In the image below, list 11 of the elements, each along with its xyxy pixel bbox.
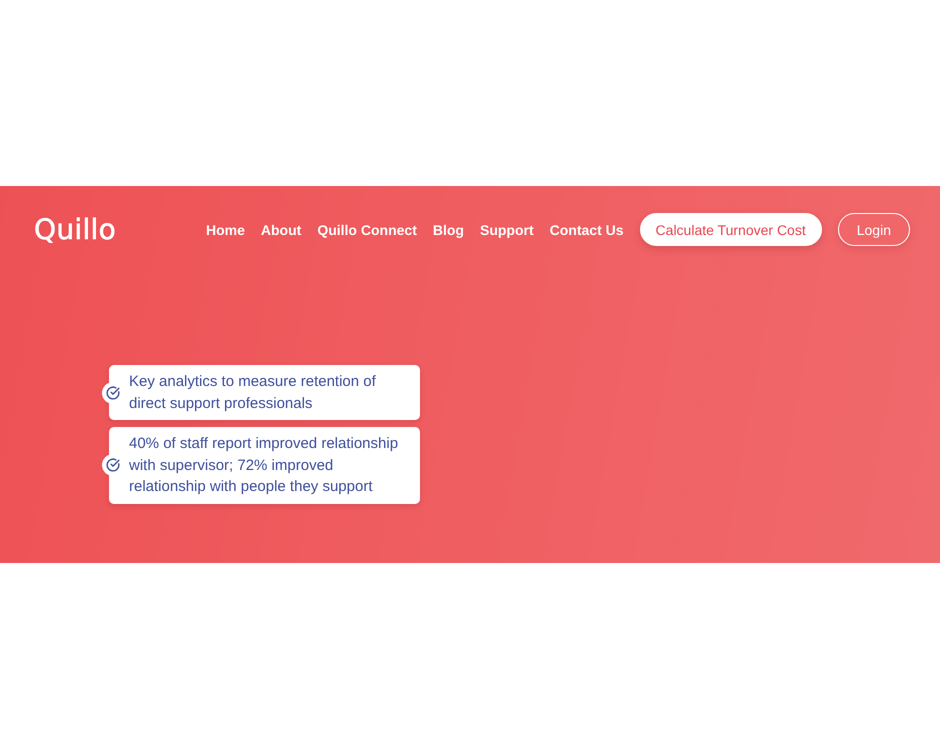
nav-link[interactable]: Support — [480, 222, 534, 238]
nav-link[interactable]: Contact Us — [550, 222, 624, 238]
feature-text: 40% of staff report improved relationship with supervisor; 72% improved relationship with people they support — [129, 434, 400, 497]
nav-link[interactable]: About — [260, 222, 302, 238]
nav-link[interactable]: Home — [206, 222, 245, 238]
nav-link[interactable]: Blog — [432, 222, 464, 238]
cta-button[interactable]: Calculate Turnover Cost — [640, 213, 822, 246]
nav-link[interactable]: Quillo Connect — [317, 222, 417, 238]
login-button[interactable]: Login — [838, 213, 910, 246]
logo[interactable]: Quillo — [34, 216, 116, 244]
feature-text: Key analytics to measure retention of direct support professionals — [129, 372, 377, 414]
